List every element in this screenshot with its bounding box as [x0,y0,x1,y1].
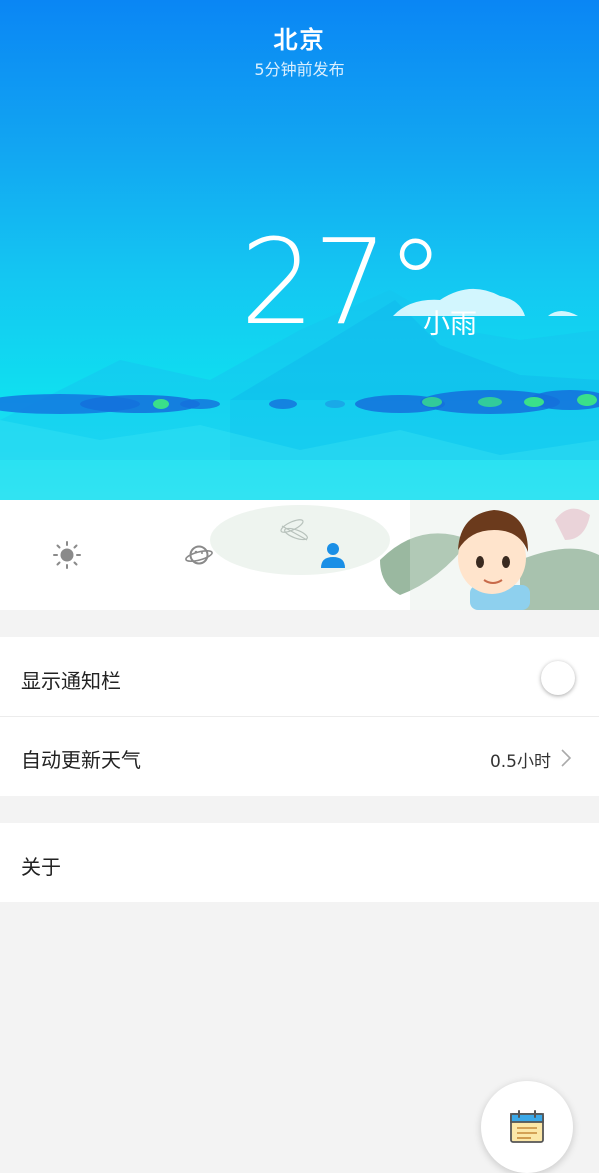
user-icon[interactable] [318,540,348,570]
auto-update-value: 0.5小时 [489,752,551,772]
setting-about[interactable]: 关于 [0,823,599,902]
chevron-right-icon [561,749,572,767]
weather-hero: 北京 5分钟前发布 27° 小雨 [0,0,599,500]
weather-condition: 小雨 [423,309,477,340]
calendar-fab-button[interactable] [481,1081,573,1173]
setting-show-notification[interactable]: 显示通知栏 [0,637,599,716]
sun-icon[interactable] [52,540,82,570]
tab-bar-illustration [210,500,599,610]
calendar-note-icon [510,1110,544,1143]
setting-auto-update[interactable]: 自动更新天气 0.5小时 [0,717,599,796]
notification-toggle[interactable] [541,661,575,695]
about-label: 关于 [21,855,61,879]
show-notification-label: 显示通知栏 [21,669,121,693]
temperature: 27° [240,213,445,351]
tab-bar [0,500,599,610]
publish-time: 5分钟前发布 [254,60,345,79]
auto-update-label: 自动更新天气 [21,748,141,772]
planet-icon[interactable] [184,540,214,570]
city-name: 北京 [273,26,326,54]
